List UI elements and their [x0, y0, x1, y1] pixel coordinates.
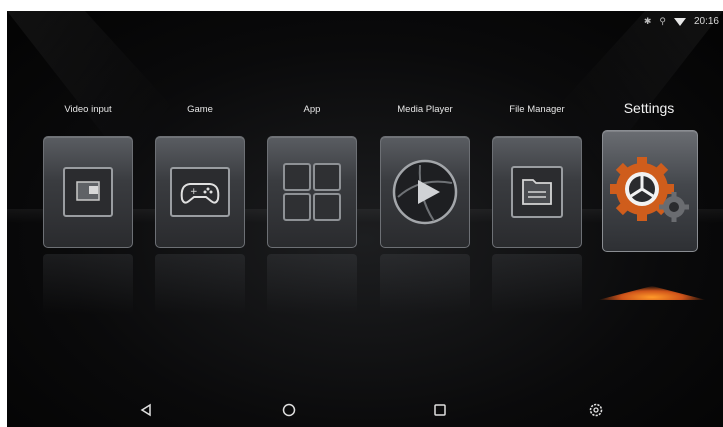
- app-carousel: Video input Game + App Media Player File…: [7, 11, 723, 427]
- app-label: Video input: [64, 104, 112, 115]
- app-tile[interactable]: [267, 136, 357, 248]
- recents-icon[interactable]: [429, 399, 451, 421]
- app-tile[interactable]: [492, 136, 582, 248]
- home-icon[interactable]: [278, 399, 300, 421]
- settings-gears-icon: [610, 157, 689, 222]
- app-label: App: [303, 104, 321, 115]
- selection-glow: [598, 286, 706, 300]
- settings-icon[interactable]: [585, 399, 607, 421]
- tile-reflection: [43, 254, 133, 314]
- tile-reflection: [267, 254, 357, 314]
- svg-text:+: +: [190, 187, 198, 197]
- gamepad-icon: +: [170, 167, 230, 217]
- back-icon[interactable]: [135, 399, 157, 421]
- folder-icon: [511, 166, 563, 218]
- app-tile[interactable]: +: [155, 136, 245, 248]
- app-tile[interactable]: [43, 136, 133, 248]
- app-grid-icon: [283, 163, 341, 221]
- tile-reflection: [155, 254, 245, 314]
- navigation-bar: [7, 393, 723, 427]
- launcher-screen: ✱ ⚲ 20:16 Video input Game + App Media P…: [7, 11, 723, 427]
- app-tile[interactable]: [602, 130, 698, 252]
- app-label: File Manager: [509, 104, 565, 115]
- app-label: Media Player: [397, 104, 453, 115]
- tile-reflection: [380, 254, 470, 314]
- media-player-icon: [392, 159, 458, 225]
- app-label: Settings: [623, 100, 675, 116]
- video-input-icon: [63, 167, 113, 217]
- app-label: Game: [187, 104, 213, 115]
- app-tile[interactable]: [380, 136, 470, 248]
- tile-reflection: [492, 254, 582, 314]
